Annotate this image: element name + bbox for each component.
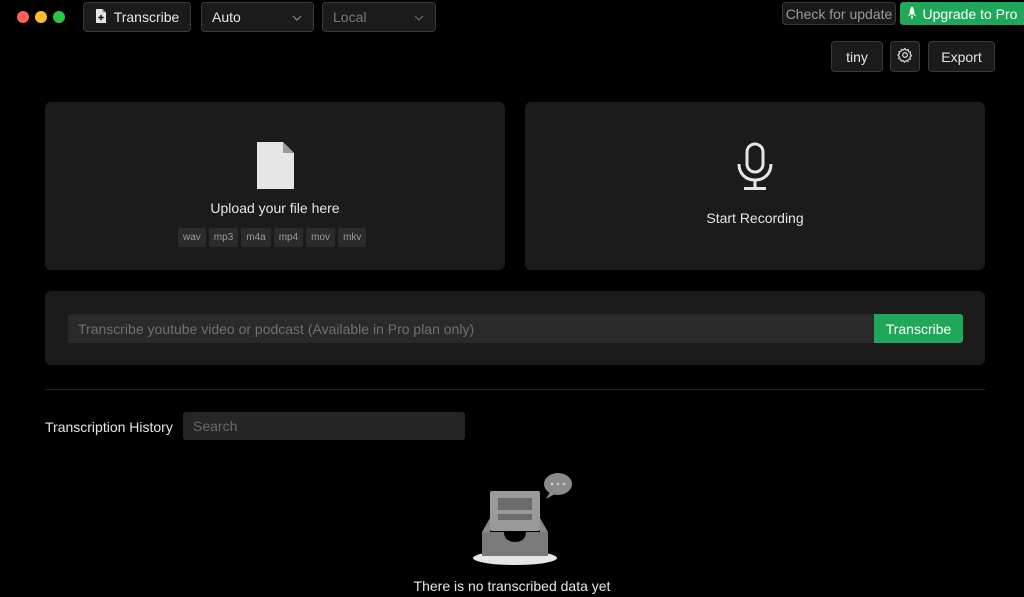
language-select[interactable]: Auto: [201, 2, 314, 32]
settings-button[interactable]: [890, 41, 920, 72]
upload-label: Upload your file here: [210, 200, 340, 216]
format-list: wav mp3 m4a mp4 mov mkv: [178, 228, 367, 247]
format-badge: mov: [306, 228, 336, 247]
history-title: Transcription History: [45, 419, 173, 435]
upgrade-to-pro-button[interactable]: Upgrade to Pro: [900, 2, 1024, 25]
window-close-button[interactable]: [17, 11, 29, 23]
youtube-url-input[interactable]: [68, 314, 874, 343]
window-zoom-button[interactable]: [53, 11, 65, 23]
record-label: Start Recording: [706, 210, 804, 226]
model-tiny-button[interactable]: tiny: [831, 41, 883, 72]
app-window: Transcribe Auto Local Check for update U…: [0, 0, 1024, 597]
empty-state-text: There is no transcribed data yet: [413, 578, 611, 594]
rocket-icon: [907, 6, 917, 22]
transcribe-file-label: Transcribe: [113, 9, 180, 25]
format-badge: wav: [178, 228, 206, 247]
export-button[interactable]: Export: [928, 41, 995, 72]
format-badge: mp4: [273, 228, 304, 247]
check-update-button[interactable]: Check for update: [782, 2, 896, 25]
gear-icon: [897, 47, 913, 66]
file-plus-icon: [95, 8, 107, 26]
history-search-input[interactable]: [183, 412, 465, 440]
format-badge: mp3: [208, 228, 239, 247]
youtube-transcribe-button[interactable]: Transcribe: [874, 314, 963, 343]
chevron-down-icon: [291, 11, 303, 23]
export-label: Export: [941, 48, 982, 65]
file-icon: [257, 142, 294, 194]
model-label: tiny: [846, 48, 868, 65]
language-select-value: Auto: [212, 9, 241, 25]
chevron-down-icon: [413, 11, 425, 23]
engine-select[interactable]: Local: [322, 2, 436, 32]
start-recording-button[interactable]: Start Recording: [525, 102, 985, 270]
window-minimize-button[interactable]: [35, 11, 47, 23]
transcribe-file-button[interactable]: Transcribe: [83, 2, 191, 32]
empty-inbox-icon: [470, 470, 580, 575]
check-update-label: Check for update: [785, 5, 893, 22]
format-badge: m4a: [241, 228, 271, 247]
section-divider: [45, 389, 985, 390]
engine-select-value: Local: [333, 9, 367, 25]
upload-dropzone[interactable]: Upload your file here wav mp3 m4a mp4 mo…: [45, 102, 505, 270]
upgrade-label: Upgrade to Pro: [922, 5, 1018, 22]
youtube-transcribe-label: Transcribe: [885, 320, 952, 337]
microphone-icon: [735, 142, 775, 197]
format-badge: mkv: [338, 228, 367, 247]
youtube-panel: Transcribe: [45, 291, 985, 365]
